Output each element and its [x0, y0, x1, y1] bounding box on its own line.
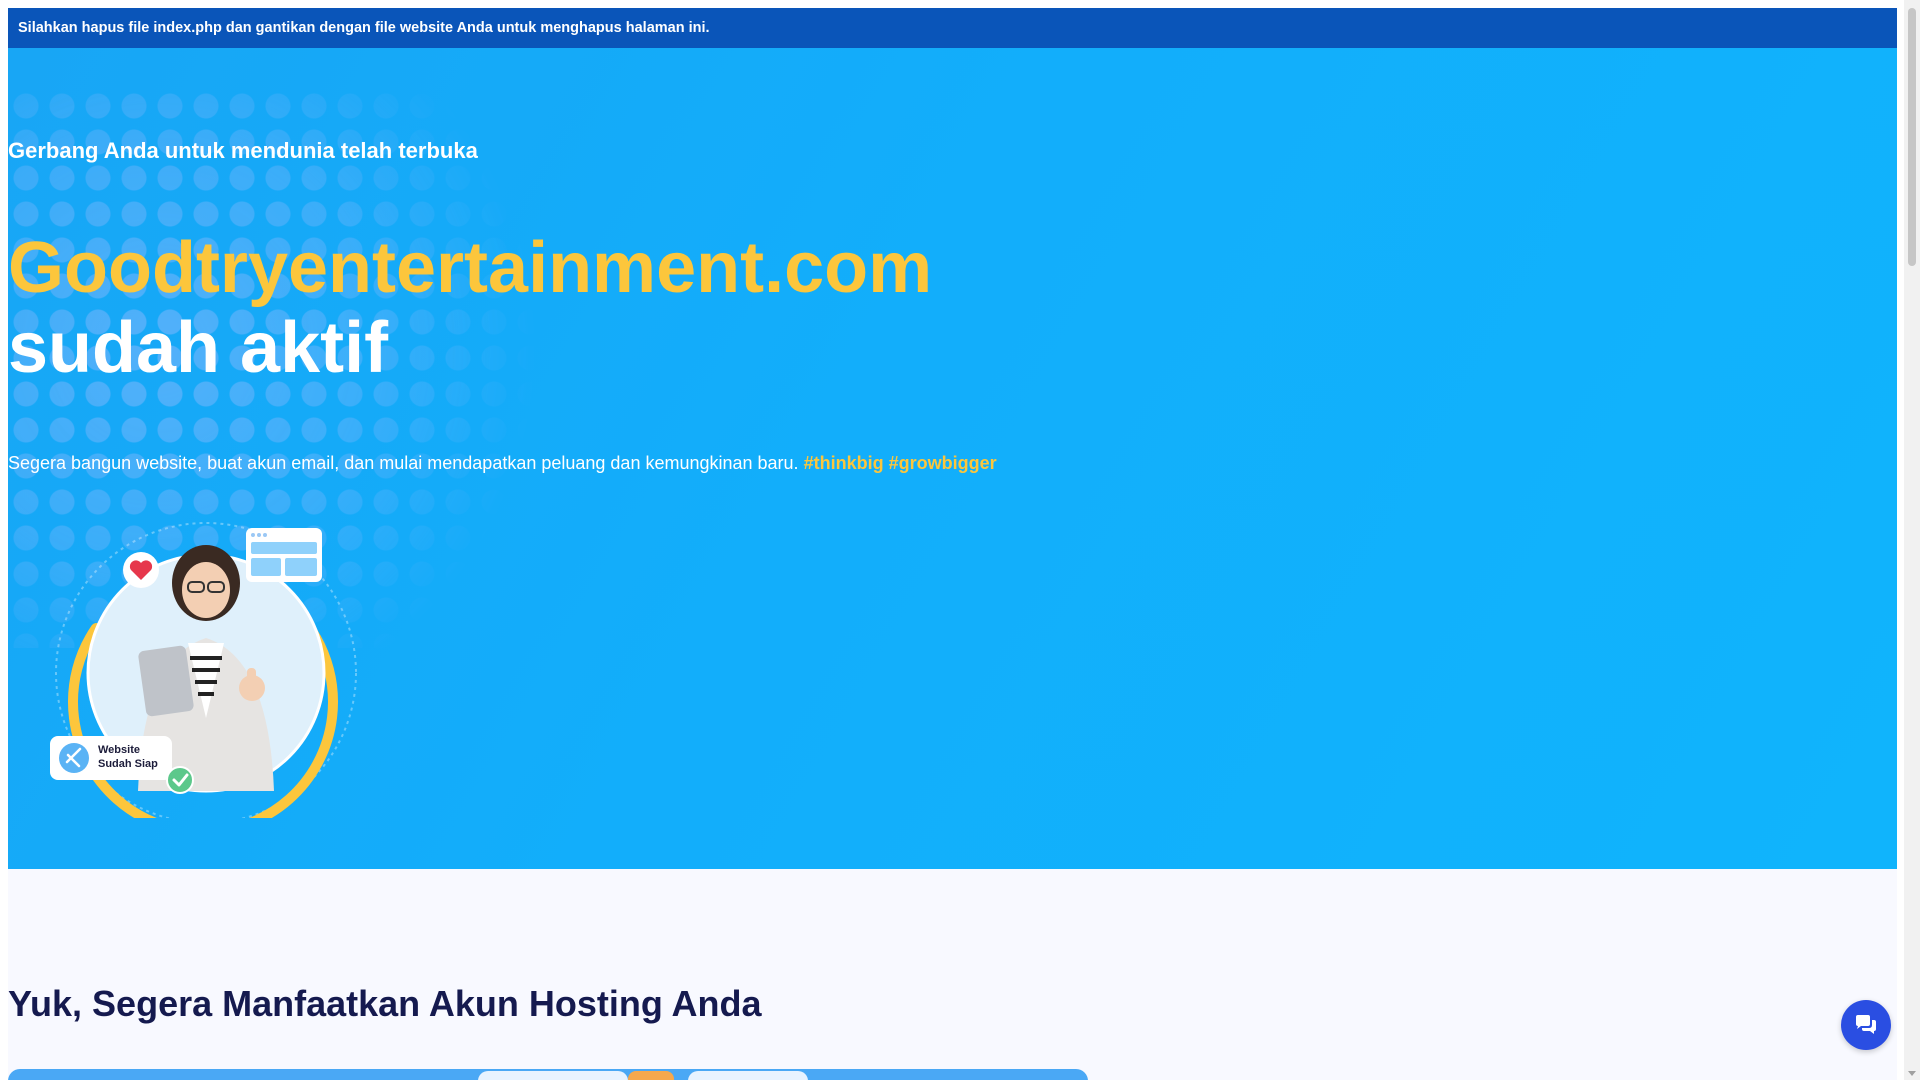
- scrollbar-thumb[interactable]: [1908, 8, 1916, 266]
- badge-line1: Website: [98, 744, 140, 756]
- hero-subtitle: Gerbang Anda untuk mendunia telah terbuk…: [8, 138, 478, 163]
- hero-active-text: sudah aktif: [8, 308, 389, 388]
- badge-line2: Sudah Siap: [98, 758, 158, 770]
- hero-lead: Segera bangun website, buat akun email, …: [8, 453, 997, 474]
- vertical-scrollbar[interactable]: [1904, 0, 1920, 1080]
- chat-button[interactable]: [1841, 1000, 1891, 1050]
- website-ready-badge: Website Sudah Siap: [50, 736, 194, 794]
- hero-headline: Goodtryentertainment.com sudah aktif: [8, 228, 932, 388]
- hero-domain: Goodtryentertainment.com: [8, 228, 933, 308]
- hero-section: Gerbang Anda untuk mendunia telah terbuk…: [8, 48, 1897, 869]
- heart-bubble-icon: [123, 552, 159, 588]
- section-title: Yuk, Segera Manfaatkan Akun Hosting Anda: [8, 983, 762, 1024]
- chat-bubbles-icon: [1856, 1015, 1876, 1034]
- notice-text: Silahkan hapus file index.php dan gantik…: [18, 20, 710, 36]
- info-card-top-edge: [8, 1069, 1088, 1080]
- hero-hashtags: #thinkbig #growbigger: [803, 453, 997, 473]
- hero-lead-text: Segera bangun website, buat akun email, …: [8, 453, 799, 473]
- browser-window-icon: [246, 528, 322, 582]
- scroll-down-arrow-icon[interactable]: [1908, 1071, 1916, 1076]
- hero-illustration: Website Sudah Siap: [50, 522, 357, 818]
- notice-bar: Silahkan hapus file index.php dan gantik…: [8, 8, 1897, 48]
- page: Silahkan hapus file index.php dan gantik…: [8, 8, 1897, 1080]
